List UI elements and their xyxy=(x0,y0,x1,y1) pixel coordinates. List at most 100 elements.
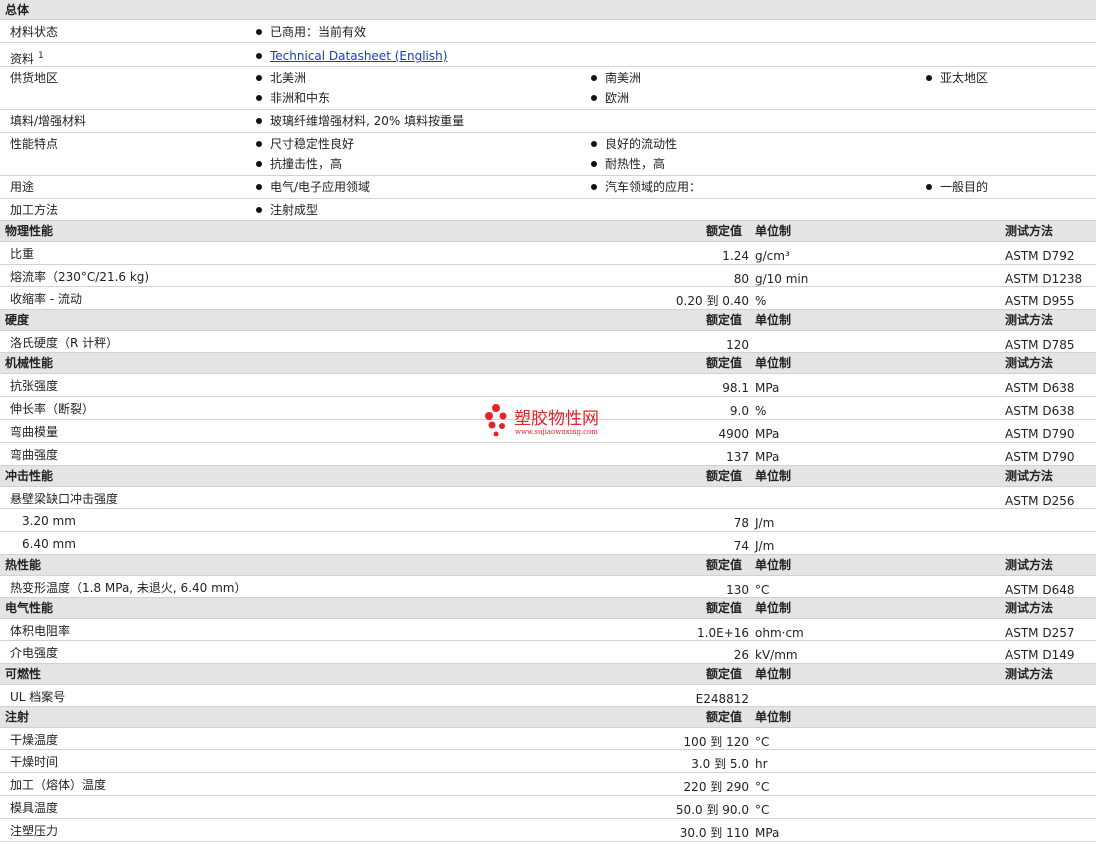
column-header-unit: 单位制 xyxy=(755,601,792,615)
column-header-method: 测试方法 xyxy=(1005,558,1054,572)
section-title: 总体 xyxy=(5,3,30,17)
row-value: 已商用：当前有效 xyxy=(270,25,367,39)
property-value: 1.24 xyxy=(722,249,749,263)
bullet-icon xyxy=(926,75,932,81)
section-title: 冲击性能 xyxy=(5,469,54,483)
property-value: 120 xyxy=(726,338,749,352)
property-row: 悬壁梁缺口冲击强度 ASTM D256 xyxy=(0,487,1096,509)
bullet-icon xyxy=(591,95,597,101)
property-name: 弯曲强度 xyxy=(10,448,59,462)
row-value: 玻璃纤维增强材料, 20% 填料按重量 xyxy=(270,114,465,128)
property-name: 弯曲模量 xyxy=(10,425,59,439)
region-item: 亚太地区 xyxy=(940,71,989,85)
property-row: 收缩率 - 流动 0.20 到 0.40% ASTM D955 xyxy=(0,287,1096,310)
property-method: ASTM D785 xyxy=(1005,338,1075,352)
section-title: 硬度 xyxy=(5,313,30,327)
property-value: 78 xyxy=(733,516,749,530)
property-row: 加工（熔体）温度 220 到 290 °C xyxy=(0,773,1096,796)
section-header-electrical: 电气性能 额定值 单位制 测试方法 xyxy=(0,598,1096,619)
property-name: 体积电阻率 xyxy=(10,624,71,638)
property-value: 26 xyxy=(733,648,749,662)
property-value: 137 xyxy=(726,450,749,464)
bullet-icon xyxy=(256,207,262,213)
watermark-dot xyxy=(492,404,500,412)
property-name: 注塑压力 xyxy=(10,824,59,838)
column-header-method: 测试方法 xyxy=(1005,356,1054,370)
property-method: ASTM D790 xyxy=(1005,450,1075,464)
property-unit: MPa xyxy=(755,826,780,840)
section-header-flammability: 可燃性 额定值 单位制 测试方法 xyxy=(0,664,1096,685)
column-header-unit: 单位制 xyxy=(755,224,792,238)
property-name: 6.40 mm xyxy=(22,537,76,551)
property-value: 1.0E+16 xyxy=(697,626,749,640)
property-name: 介电强度 xyxy=(10,646,59,660)
property-value: 98.1 xyxy=(722,381,749,395)
property-unit: °C xyxy=(755,803,770,817)
row-label: 性能特点 xyxy=(10,137,59,151)
section-header-mechanical: 机械性能 额定值 单位制 测试方法 xyxy=(0,353,1096,374)
section-header-thermal: 热性能 额定值 单位制 测试方法 xyxy=(0,555,1096,576)
property-name: UL 档案号 xyxy=(10,690,66,704)
footnote-marker: 1 xyxy=(38,51,44,61)
watermark-dot xyxy=(499,423,505,429)
property-unit: MPa xyxy=(755,427,780,441)
datasheet-link[interactable]: Technical Datasheet (English) xyxy=(270,48,447,64)
property-name: 加工（熔体）温度 xyxy=(10,778,107,792)
property-name: 熔流率（230°C/21.6 kg) xyxy=(10,270,150,284)
watermark-dot xyxy=(493,431,499,437)
row-filler: 填料/增强材料 玻璃纤维增强材料, 20% 填料按重量 xyxy=(0,110,1096,133)
bullet-icon xyxy=(256,118,262,124)
property-row: 干燥时间 3.0 到 5.0 hr xyxy=(0,750,1096,773)
bullet-icon xyxy=(926,184,932,190)
column-header-method: 测试方法 xyxy=(1005,224,1054,238)
property-method: ASTM D648 xyxy=(1005,583,1075,597)
property-value: 9.0 xyxy=(729,404,749,418)
section-header-hardness: 硬度 额定值 单位制 测试方法 xyxy=(0,310,1096,331)
bullet-icon xyxy=(256,161,262,167)
row-regions: 供货地区 北美洲 南美洲 亚太地区 非洲和中东 欧洲 xyxy=(0,67,1096,110)
property-unit: °C xyxy=(755,735,770,749)
row-material-status: 材料状态 已商用：当前有效 xyxy=(0,20,1096,43)
property-row: 体积电阻率 1.0E+16 ohm·cm ASTM D257 xyxy=(0,619,1096,641)
property-name: 模具温度 xyxy=(10,801,59,815)
section-title: 电气性能 xyxy=(5,601,54,615)
region-item: 非洲和中东 xyxy=(270,91,331,105)
property-value: 50.0 到 90.0 xyxy=(675,803,749,817)
property-method: ASTM D638 xyxy=(1005,381,1075,395)
watermark-title: 塑胶物性网 xyxy=(514,409,599,429)
column-header-method: 测试方法 xyxy=(1005,469,1054,483)
property-row: 注塑压力 30.0 到 110 MPa xyxy=(0,819,1096,842)
property-name: 热变形温度（1.8 MPa, 未退火, 6.40 mm） xyxy=(10,581,247,595)
column-header-method: 测试方法 xyxy=(1005,313,1054,327)
watermark-url: www.sujiaowuxing.com xyxy=(515,428,598,436)
property-value: 220 到 290 xyxy=(683,780,749,794)
property-value: 3.0 到 5.0 xyxy=(691,757,749,771)
region-item: 欧洲 xyxy=(605,91,630,105)
property-row: 介电强度 26 kV/mm ASTM D149 xyxy=(0,641,1096,664)
section-title: 热性能 xyxy=(5,558,42,572)
watermark-logo: 塑胶物性网 www.sujiaowuxing.com xyxy=(485,404,599,437)
section-header-impact: 冲击性能 额定值 单位制 测试方法 xyxy=(0,466,1096,487)
section-header-injection: 注射 额定值 单位制 xyxy=(0,707,1096,728)
row-label: 用途 xyxy=(10,180,35,194)
property-method: ASTM D638 xyxy=(1005,404,1075,418)
property-row: 抗张强度 98.1 MPa ASTM D638 xyxy=(0,374,1096,397)
column-header-unit: 单位制 xyxy=(755,469,792,483)
row-features: 性能特点 尺寸稳定性良好 良好的流动性 抗撞击性，高 耐热性，高 xyxy=(0,133,1096,176)
column-header-value: 额定值 xyxy=(706,667,743,681)
property-unit: J/m xyxy=(755,539,775,553)
region-item: 北美洲 xyxy=(270,71,307,85)
property-unit: MPa xyxy=(755,450,780,464)
property-unit: kV/mm xyxy=(755,648,798,662)
property-unit: % xyxy=(755,404,767,418)
property-name: 比重 xyxy=(10,247,35,261)
column-header-value: 额定值 xyxy=(706,224,743,238)
use-item: 一般目的 xyxy=(940,180,989,194)
property-method: ASTM D257 xyxy=(1005,626,1075,640)
bullet-icon xyxy=(256,184,262,190)
row-label: 材料状态 xyxy=(10,25,59,39)
section-title: 注射 xyxy=(5,710,30,724)
use-item: 汽车领域的应用： xyxy=(605,180,702,194)
property-method: ASTM D955 xyxy=(1005,294,1075,308)
bullet-icon xyxy=(256,141,262,147)
